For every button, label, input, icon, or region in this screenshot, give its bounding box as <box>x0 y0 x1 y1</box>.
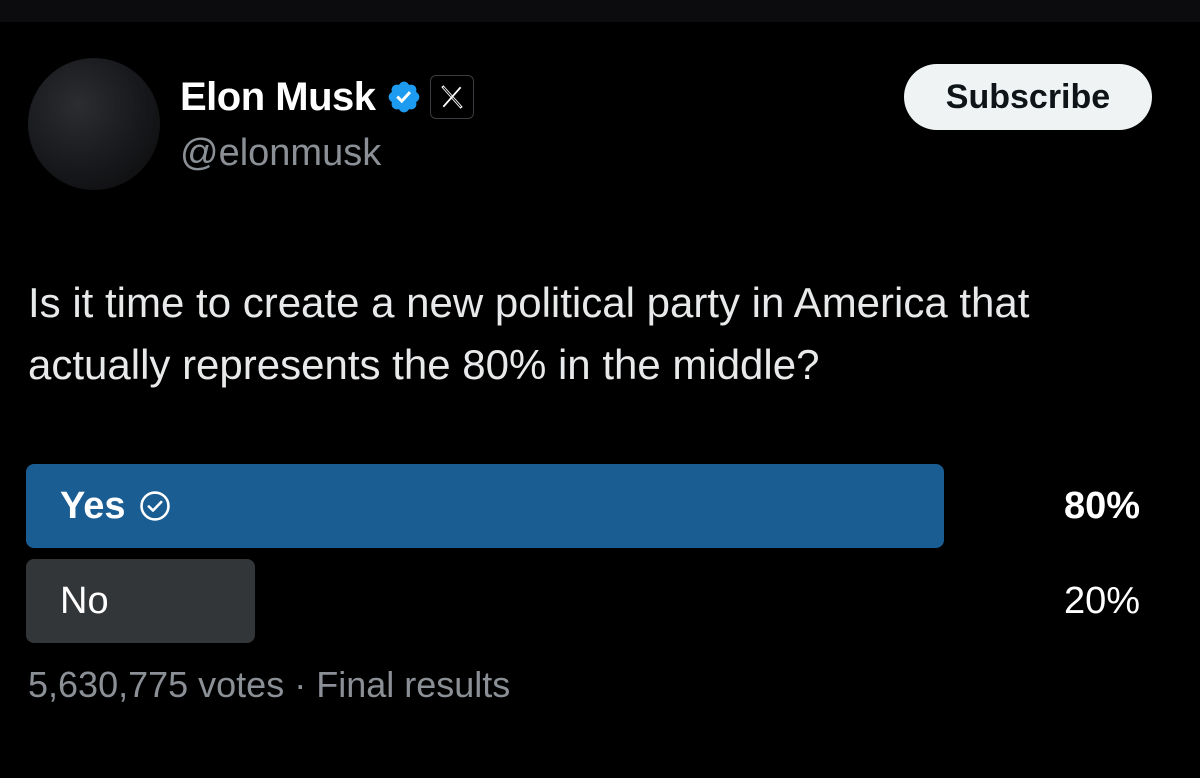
poll-option-no: No <box>26 559 255 643</box>
post-card: Elon Musk @elonmusk Subscribe Is it time… <box>0 22 1200 778</box>
author-display-name[interactable]: Elon Musk <box>180 75 376 120</box>
x-logo-icon[interactable] <box>429 75 474 119</box>
poll-footer-separator: · <box>294 664 307 705</box>
author-handle[interactable]: @elonmusk <box>180 132 381 175</box>
poll-option-yes-label-row: Yes <box>60 464 172 548</box>
poll-vote-count: 5,630,775 votes <box>28 664 285 705</box>
poll-option-yes-percent: 80% <box>1063 484 1140 527</box>
poll-option-yes: Yes <box>26 464 944 548</box>
avatar[interactable] <box>28 58 160 190</box>
poll-footer: 5,630,775 votes · Final results <box>28 664 510 706</box>
check-circle-icon <box>138 489 172 523</box>
verified-badge-icon[interactable] <box>386 79 422 115</box>
poll-option-no-percent: 20% <box>1063 579 1140 622</box>
poll-option-no-label-row: No <box>60 559 109 643</box>
poll-option-label: Yes <box>60 484 126 527</box>
top-strip <box>0 0 1200 22</box>
author-name-row: Elon Musk <box>180 72 474 122</box>
poll-option-label: No <box>60 579 109 622</box>
subscribe-button[interactable]: Subscribe <box>904 64 1152 130</box>
post-text: Is it time to create a new political par… <box>28 279 1030 388</box>
poll-status: Final results <box>316 664 511 705</box>
